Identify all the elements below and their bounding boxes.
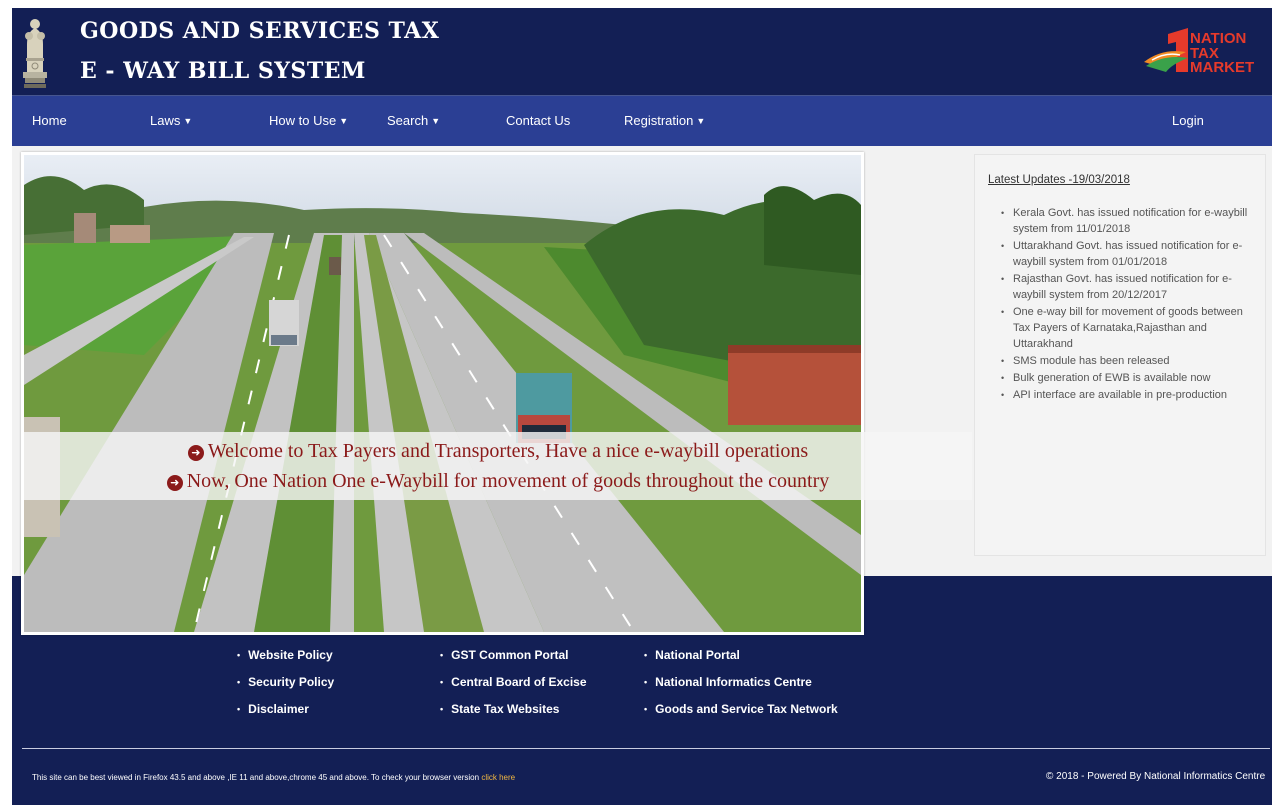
update-item: One e-way bill for movement of goods bet…	[1001, 304, 1259, 352]
footer-link-label: Central Board of Excise	[451, 675, 587, 689]
caret-down-icon: ▼	[431, 116, 441, 126]
update-item: API interface are available in pre-produ…	[1001, 387, 1259, 403]
footer-link-label: Website Policy	[248, 648, 333, 662]
bullet-icon: •	[440, 677, 444, 687]
site-title-line2: E - WAY BILL SYSTEM	[80, 58, 366, 84]
banner-line-2-text: Now, One Nation One e-Waybill for moveme…	[186, 470, 830, 492]
bullet-icon: •	[440, 650, 444, 660]
banner-line-1-text: Welcome to Tax Payers and Transporters, …	[207, 440, 809, 462]
nav-login-label: Login	[1172, 113, 1204, 128]
national-emblem-icon	[23, 19, 47, 88]
logo-word-nation: NATION	[1190, 30, 1247, 47]
main-navigation: Home Laws ▼ How to Use ▼ Search ▼ Contact U…	[12, 96, 1272, 146]
highway-slider-image	[21, 152, 864, 635]
bullet-icon: •	[440, 704, 444, 714]
footer-link-label: State Tax Websites	[451, 702, 560, 716]
nav-search[interactable]: Search ▼	[387, 96, 440, 146]
banner-line-2: ➜ Now, One Nation One e-Waybill for movem…	[24, 470, 972, 493]
arrow-circle-right-icon: ➜	[166, 475, 183, 491]
footer-link-website-policy[interactable]: • Website Policy	[237, 648, 333, 662]
bullet-icon: •	[644, 704, 648, 714]
footer-link-central-board-of-excise[interactable]: • Central Board of Excise	[440, 675, 587, 689]
nav-registration-label: Registration	[624, 113, 694, 128]
footer-link-label: Disclaimer	[248, 702, 309, 716]
browser-note-text: This site can be best viewed in Firefox …	[32, 773, 480, 782]
bullet-icon: •	[237, 704, 241, 714]
nav-contact-us[interactable]: Contact Us	[506, 96, 570, 146]
browser-compatibility-note: This site can be best viewed in Firefox …	[32, 773, 515, 782]
logo-word-market: MARKET	[1190, 59, 1255, 76]
caret-down-icon: ▼	[339, 116, 349, 126]
banner-line-1: ➜ Welcome to Tax Payers and Transporters,…	[24, 440, 972, 463]
footer-link-disclaimer[interactable]: • Disclaimer	[237, 702, 309, 716]
nav-laws[interactable]: Laws ▼	[150, 96, 192, 146]
nav-home[interactable]: Home	[32, 96, 67, 146]
nation-tax-market-logo: NATION TAX MARKET	[1142, 22, 1272, 78]
footer-link-label: GST Common Portal	[451, 648, 569, 662]
page-frame: GOODS AND SERVICES TAX E - WAY BILL SYST…	[12, 8, 1272, 805]
bullet-icon: •	[237, 650, 241, 660]
footer-link-state-tax-websites[interactable]: • State Tax Websites	[440, 702, 559, 716]
check-browser-link[interactable]: click here	[481, 773, 515, 782]
footer-link-gst-common-portal[interactable]: • GST Common Portal	[440, 648, 569, 662]
nav-login[interactable]: Login	[1172, 96, 1204, 146]
copyright-text: © 2018 - Powered By National Informatics…	[1046, 771, 1266, 782]
footer-link-security-policy[interactable]: • Security Policy	[237, 675, 334, 689]
footer-link-gstn[interactable]: • Goods and Service Tax Network	[644, 702, 838, 716]
update-item: Kerala Govt. has issued notification for…	[1001, 205, 1259, 237]
nav-registration[interactable]: Registration ▼	[624, 96, 705, 146]
footer-link-label: National Portal	[655, 648, 740, 662]
site-title-line1: GOODS AND SERVICES TAX	[80, 18, 440, 44]
update-item: Uttarakhand Govt. has issued notificatio…	[1001, 238, 1259, 270]
highway-illustration	[24, 155, 861, 632]
update-item: Bulk generation of EWB is available now	[1001, 370, 1259, 386]
bullet-icon: •	[644, 650, 648, 660]
footer-link-national-portal[interactable]: • National Portal	[644, 648, 740, 662]
update-item: Rajasthan Govt. has issued notification …	[1001, 271, 1259, 303]
updates-list: Kerala Govt. has issued notification for…	[1001, 205, 1259, 404]
arrow-circle-right-icon: ➜	[187, 445, 204, 461]
footer-divider	[22, 748, 1270, 749]
nav-contact-us-label: Contact Us	[506, 113, 571, 128]
latest-updates-title[interactable]: Latest Updates -19/03/2018	[988, 174, 1130, 186]
caret-down-icon: ▼	[696, 116, 706, 126]
nav-laws-label: Laws	[150, 113, 181, 128]
bullet-icon: •	[644, 677, 648, 687]
update-item: SMS module has been released	[1001, 353, 1259, 369]
nav-how-to-use[interactable]: How to Use ▼	[269, 96, 348, 146]
footer-link-label: Security Policy	[248, 675, 335, 689]
welcome-banner: ➜ Welcome to Tax Payers and Transporters,…	[24, 432, 972, 500]
caret-down-icon: ▼	[183, 116, 193, 126]
nav-how-to-use-label: How to Use	[269, 113, 337, 128]
bullet-icon: •	[237, 677, 241, 687]
latest-updates-panel: Latest Updates -19/03/2018 Kerala Govt. …	[974, 154, 1266, 556]
site-header: GOODS AND SERVICES TAX E - WAY BILL SYST…	[12, 8, 1272, 96]
nav-search-label: Search	[387, 113, 429, 128]
footer-link-national-informatics-centre[interactable]: • National Informatics Centre	[644, 675, 812, 689]
nav-home-label: Home	[32, 113, 67, 128]
footer-link-label: Goods and Service Tax Network	[655, 702, 838, 716]
footer-link-label: National Informatics Centre	[655, 675, 812, 689]
